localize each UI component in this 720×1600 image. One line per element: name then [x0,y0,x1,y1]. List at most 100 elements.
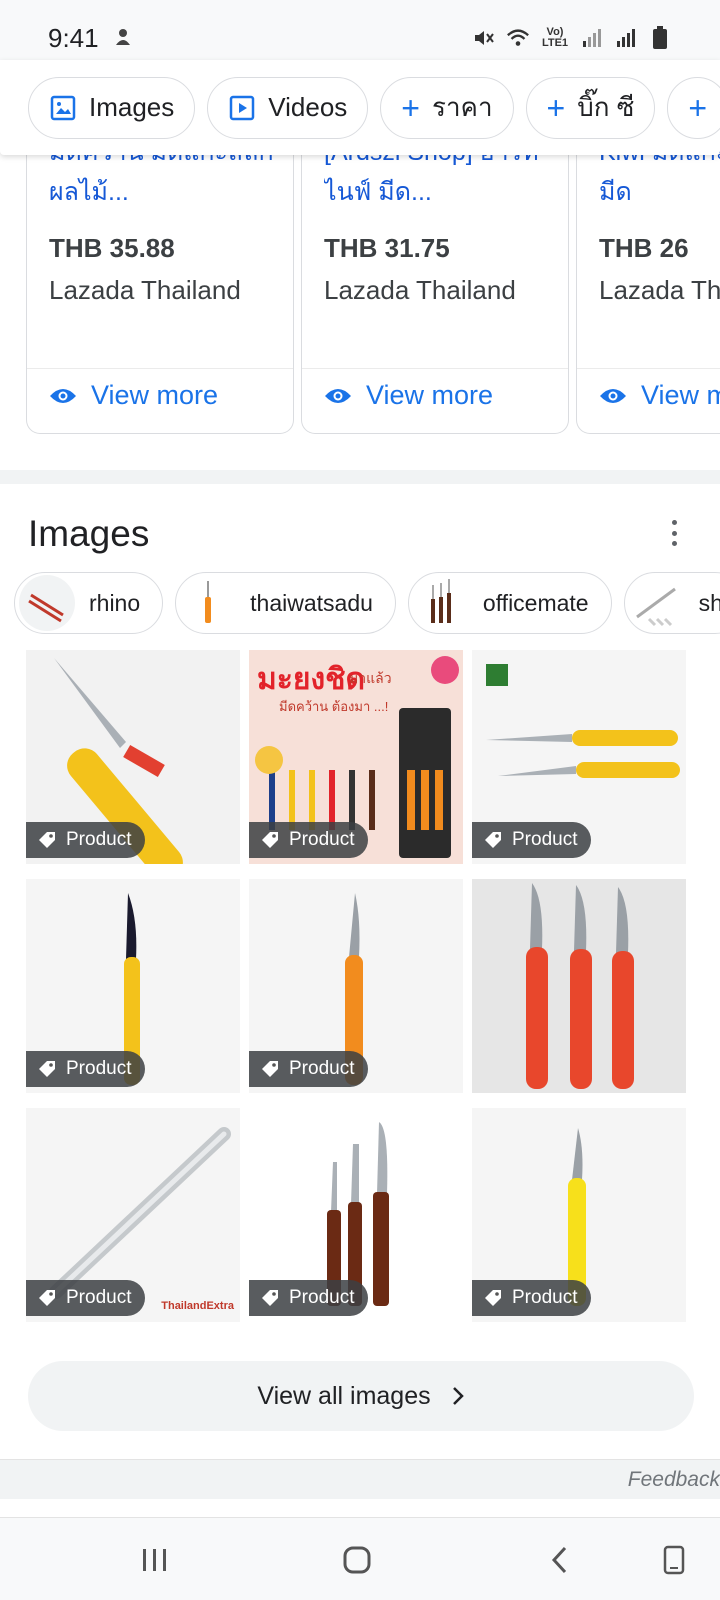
video-icon [230,95,255,120]
image-result[interactable]: Product [26,879,240,1093]
chip-price[interactable]: + ราคา [380,76,514,139]
view-more-link[interactable]: View more [324,380,493,411]
tag-icon [485,1290,501,1306]
chip-label: thaiwatsadu [250,589,373,616]
view-more-label: View more [641,380,720,410]
tag-icon [485,832,501,848]
status-time: 9:41 [48,22,99,53]
image-result[interactable]: Product [472,650,686,864]
tag-icon [39,1061,55,1077]
chip-label: rhino [89,589,141,616]
lte-indicator: Vo) LTE1 [541,26,569,49]
images-section-title: Images [28,513,150,554]
promo-subtitle: มาแล้ว [349,670,392,686]
signal-icon [580,26,604,50]
promo-text: มีดคว้าน ต้องมา ...! [279,699,389,714]
chevron-right-icon [452,1387,464,1405]
back-icon[interactable] [540,1540,580,1580]
image-chip-officemate[interactable]: officemate [407,572,612,634]
chip-images[interactable]: Images [28,76,196,139]
chip-thumbnail [412,575,469,631]
view-more-link[interactable]: View more [599,380,720,411]
plus-icon: + [401,89,420,126]
chip-more[interactable]: + [667,76,720,139]
product-price: THB 26 [599,233,689,263]
divider [27,368,293,369]
product-price: THB 31.75 [324,233,450,263]
view-all-images-button[interactable]: View all images [28,1361,694,1431]
product-title[interactable]: [Ardszi Shop] อาร์ทไนฟ์ มีด... [324,150,564,212]
chip-label: Videos [268,92,348,122]
screen-icon[interactable] [654,1540,694,1580]
product-badge: Product [249,822,369,858]
section-divider [0,470,720,484]
badge-label: Product [66,829,132,850]
product-title[interactable]: Kiwi มีดแกะ มีดคว้าน มีด [599,150,720,212]
chip-label: officemate [482,589,589,616]
eye-icon [50,388,76,403]
chip-thumbnail [19,575,75,631]
recent-apps-icon[interactable] [135,1540,175,1580]
notification-icon [111,26,135,50]
system-nav-bar [0,1517,720,1600]
more-options-icon[interactable] [666,518,682,548]
image-chip-thaiwatsadu[interactable]: thaiwatsadu [175,572,396,634]
tag-icon [39,832,55,848]
eye-icon [325,388,351,403]
image-result[interactable]: Product [472,1108,686,1322]
product-badge: Product [26,1280,146,1316]
chip-label: Images [89,92,175,122]
view-more-label: View more [91,380,219,410]
chip-big-c[interactable]: + บิ๊ก ซี [525,76,656,139]
image-result[interactable]: Product [249,1108,463,1322]
product-badge: Product [249,1280,369,1316]
view-more-link[interactable]: View more [49,380,218,411]
wifi-icon [506,26,530,50]
badge-label: Product [66,1287,132,1308]
product-badge: Product [472,1280,592,1316]
search-filter-chips: Images Videos + ราคา + บิ๊ก ซี + [0,60,720,155]
view-all-label: View all images [257,1381,431,1410]
view-more-label: View more [366,380,494,410]
badge-label: Product [289,829,355,850]
tag-icon [39,1290,55,1306]
tag-icon [262,1290,278,1306]
feedback-bar: Feedback [0,1459,720,1499]
home-icon[interactable] [337,1540,377,1580]
divider [302,368,568,369]
product-badge: Product [26,1051,146,1087]
badge-label: Product [66,1058,132,1079]
image-icon [50,95,76,120]
chip-label: sh [698,589,720,616]
eye-icon [600,388,626,403]
product-card[interactable]: Kiwi มีดแกะ มีดคว้าน มีด THB 26 Lazada T… [576,150,720,434]
badge-label: Product [289,1287,355,1308]
knife-image [472,879,686,1093]
feedback-link[interactable]: Feedback [628,1468,720,1492]
product-store: Lazada Thailand [599,275,720,305]
badge-label: Product [512,1287,578,1308]
chip-videos[interactable]: Videos [207,76,369,139]
image-refinement-chips: rhino thaiwatsadu officemate sh [14,572,720,636]
plus-icon: + [688,89,708,126]
chip-label: ราคา [431,92,493,122]
product-card[interactable]: มีดคว้าน มีดแกะสลักผลไม้... THB 35.88 La… [26,150,294,434]
image-result[interactable] [472,879,686,1093]
watermark: ThailandExtra [161,1300,234,1312]
mute-icon [472,26,496,50]
product-title[interactable]: มีดคว้าน มีดแกะสลักผลไม้... [49,150,289,212]
chip-label: บิ๊ก ซี [577,92,635,122]
image-result[interactable]: มะยงชิด มาแล้ว มีดคว้าน ต้องมา ...! Prod… [249,650,463,864]
product-badge: Product [249,1051,369,1087]
divider [577,368,720,369]
image-chip-sh[interactable]: sh [623,572,720,634]
image-chip-rhino[interactable]: rhino [14,572,164,634]
badge-label: Product [512,829,578,850]
badge-label: Product [289,1058,355,1079]
product-card[interactable]: [Ardszi Shop] อาร์ทไนฟ์ มีด... THB 31.75… [301,150,569,434]
product-badge: Product [472,822,592,858]
image-result[interactable]: Product [26,650,240,864]
image-result[interactable]: ThailandExtra Product [26,1108,240,1322]
image-result[interactable]: Product [249,879,463,1093]
product-store: Lazada Thailand [49,275,241,305]
